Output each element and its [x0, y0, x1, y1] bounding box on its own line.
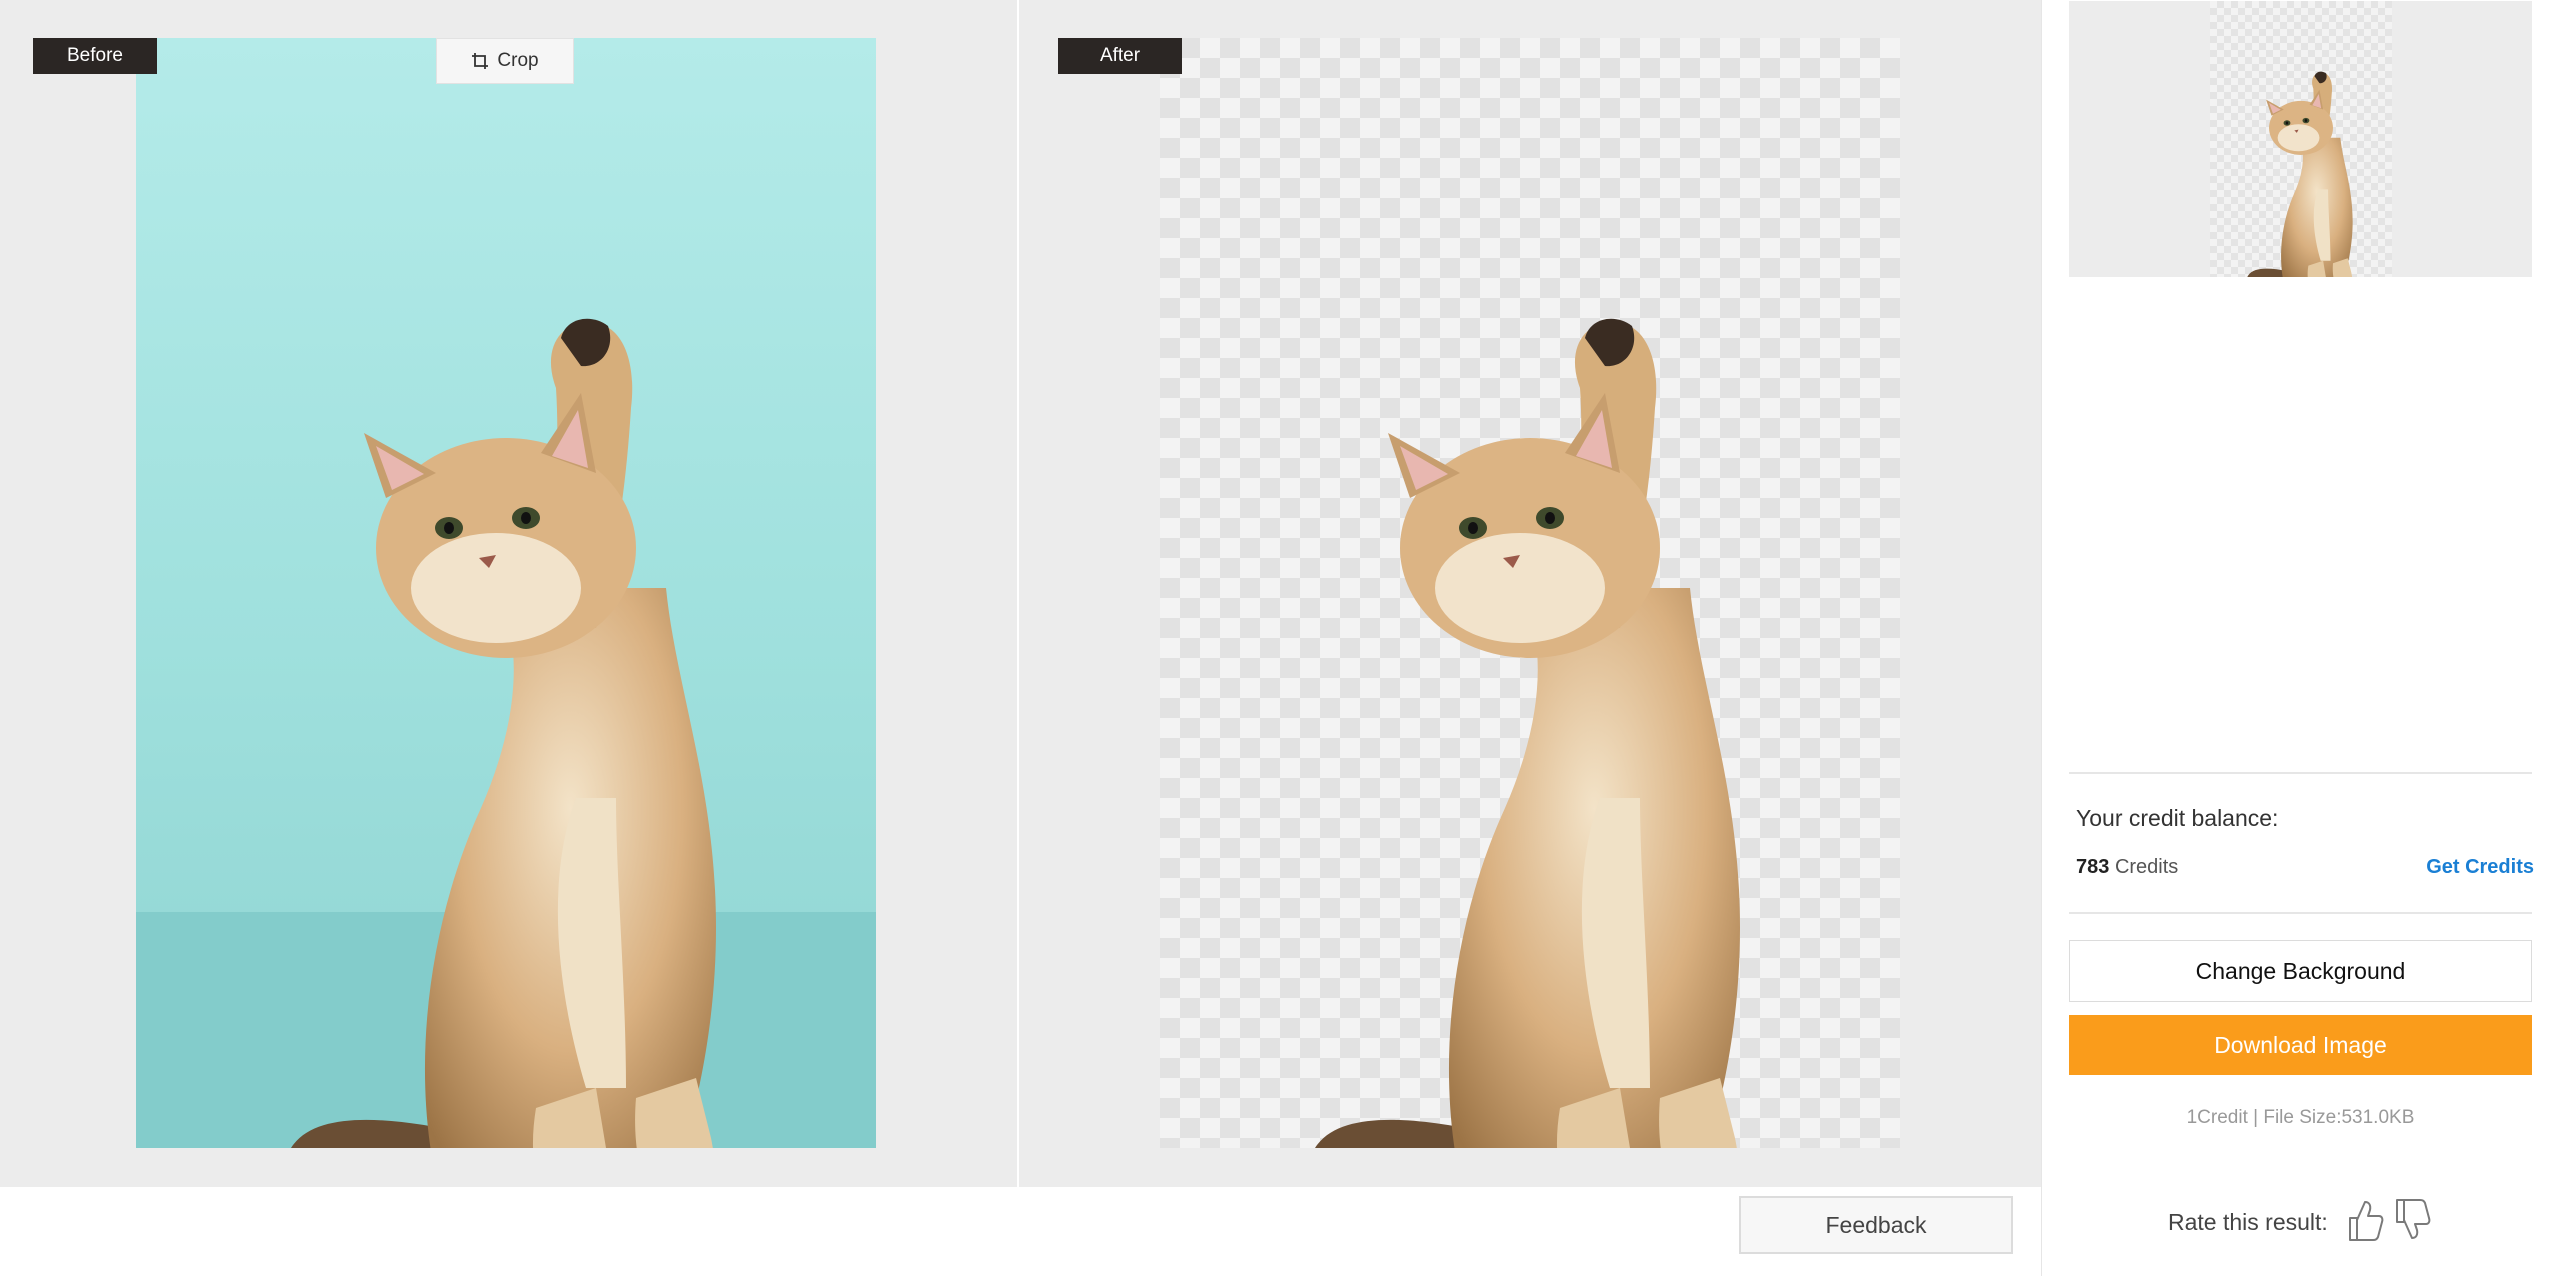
before-label: Before: [33, 38, 157, 74]
result-image: [1160, 38, 1900, 1148]
divider-top: [2069, 772, 2532, 774]
credit-balance: 783 Credits: [2076, 856, 2178, 879]
credit-count: 783: [2076, 856, 2110, 878]
credit-balance-title: Your credit balance:: [2076, 805, 2279, 831]
rate-label: Rate this result:: [2168, 1209, 2328, 1235]
bottom-bar: [0, 1187, 2041, 1276]
thumbs-up-icon: [2349, 1201, 2384, 1241]
cat-cutout-image: [1308, 318, 1740, 1148]
thumbnail-cat-image: [2246, 71, 2353, 277]
cat-image: [284, 318, 716, 1148]
credit-unit: Credits: [2114, 856, 2179, 878]
change-background-button[interactable]: Change Background: [2069, 940, 2532, 1002]
result-thumbnail[interactable]: [2069, 1, 2532, 277]
crop-label: Crop: [497, 50, 539, 71]
file-info: 1Credit | File Size:531.0KB: [2186, 1107, 2415, 1128]
get-credits-link[interactable]: Get Credits: [2426, 856, 2534, 879]
thumbs-down-icon: [2396, 1199, 2431, 1239]
crop-icon: [472, 53, 489, 69]
sidebar: Your credit balance: 783 Credits Get Cre…: [2041, 0, 2560, 1276]
after-label: After: [1058, 38, 1182, 74]
feedback-button[interactable]: Feedback: [1739, 1196, 2013, 1254]
thumbs-down-button[interactable]: [2393, 1194, 2433, 1246]
thumbnail-checkerboard: [2210, 1, 2392, 277]
before-panel: Before Crop: [0, 0, 1017, 1187]
divider-bottom: [2069, 912, 2532, 914]
original-image: [136, 38, 876, 1148]
thumbs-up-button[interactable]: [2346, 1194, 2386, 1246]
download-image-button[interactable]: Download Image: [2069, 1015, 2532, 1075]
after-panel: After: [1019, 0, 2041, 1187]
crop-button[interactable]: Crop: [436, 38, 574, 84]
